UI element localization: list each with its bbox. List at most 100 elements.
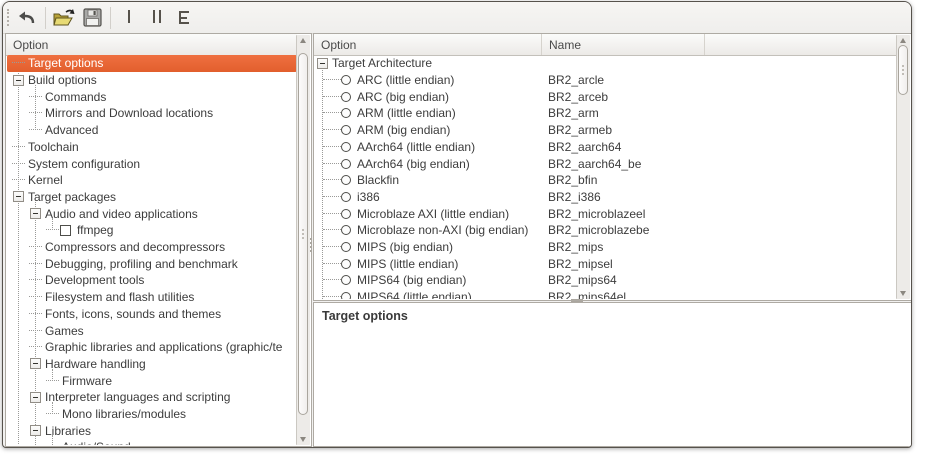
split-view-icon [153, 10, 161, 26]
option-label: Toolchain [28, 140, 79, 154]
save-icon [83, 8, 102, 27]
tree-row[interactable]: Graphic libraries and applications (grap… [7, 339, 297, 356]
left-tree-rows: Target options Build optionsCommandsMirro… [7, 55, 297, 445]
tree-row[interactable]: Target options [7, 55, 297, 72]
radio-icon[interactable] [341, 125, 351, 135]
tree-row[interactable]: Libraries [7, 422, 297, 439]
expander-minus-icon[interactable] [13, 75, 24, 86]
expander-minus-icon[interactable] [317, 58, 328, 69]
scroll-up-icon[interactable] [300, 38, 306, 43]
radio-icon[interactable] [341, 225, 351, 235]
symbol-name: BR2_mips64el [548, 289, 626, 299]
column-header-option[interactable]: Option [6, 34, 297, 55]
radio-icon[interactable] [341, 209, 351, 219]
right-scrollbar-thumb[interactable] [898, 45, 908, 95]
tree-row[interactable]: Filesystem and flash utilities [7, 289, 297, 306]
tree-connector [323, 146, 341, 148]
tree-row[interactable]: Firmware [7, 372, 297, 389]
tree-connector [29, 330, 42, 332]
column-header-extra[interactable] [705, 34, 897, 55]
option-label: Fonts, icons, sounds and themes [45, 307, 221, 321]
expander-minus-icon[interactable] [30, 358, 41, 369]
full-view-button[interactable] [172, 5, 198, 30]
tree-row[interactable]: Debugging, profiling and benchmark [7, 255, 297, 272]
tree-row[interactable]: ARM (little endian)BR2_arm [315, 105, 897, 122]
tree-row[interactable]: MIPS (little endian)BR2_mipsel [315, 255, 897, 272]
tree-row[interactable]: Compressors and decompressors [7, 239, 297, 256]
tree-row[interactable]: Kernel [7, 172, 297, 189]
tree-row[interactable]: Audio/Sound [7, 439, 297, 445]
radio-icon[interactable] [341, 292, 351, 299]
tree-row[interactable]: Build options [7, 72, 297, 89]
tree-row[interactable]: Target packages [7, 189, 297, 206]
right-vertical-scrollbar[interactable] [896, 35, 910, 299]
tree-row[interactable]: Interpreter languages and scripting [7, 389, 297, 406]
toolbar-grip[interactable] [7, 9, 13, 26]
option-label: Compressors and decompressors [45, 240, 225, 254]
scroll-down-icon[interactable] [300, 437, 306, 442]
tree-row[interactable]: ffmpeg [7, 222, 297, 239]
tree-row[interactable]: Target Architecture [315, 55, 897, 72]
tree-row[interactable]: Hardware handling [7, 356, 297, 373]
expander-minus-icon[interactable] [30, 208, 41, 219]
tree-row[interactable]: AArch64 (little endian)BR2_aarch64 [315, 139, 897, 156]
tree-row[interactable]: Fonts, icons, sounds and themes [7, 306, 297, 323]
left-scrollbar-thumb[interactable] [298, 53, 308, 415]
expander-minus-icon[interactable] [30, 392, 41, 403]
tree-row[interactable]: Commands [7, 88, 297, 105]
radio-icon[interactable] [341, 175, 351, 185]
expander-minus-icon[interactable] [30, 425, 41, 436]
scroll-down-icon[interactable] [900, 291, 906, 296]
tree-row[interactable]: Mirrors and Download locations [7, 105, 297, 122]
tree-row[interactable]: AArch64 (big endian)BR2_aarch64_be [315, 155, 897, 172]
symbol-name: BR2_arcle [548, 72, 604, 89]
tree-connector [29, 112, 42, 114]
radio-icon[interactable] [341, 142, 351, 152]
column-header-name[interactable]: Name [542, 34, 705, 55]
tree-row[interactable]: Microblaze AXI (little endian)BR2_microb… [315, 205, 897, 222]
radio-icon[interactable] [341, 242, 351, 252]
tree-connector [323, 163, 341, 165]
undo-button[interactable] [14, 5, 40, 30]
tree-row[interactable]: Toolchain [7, 139, 297, 156]
radio-icon[interactable] [341, 108, 351, 118]
tree-row[interactable]: ARM (big endian)BR2_armeb [315, 122, 897, 139]
split-view-button[interactable] [144, 5, 170, 30]
radio-icon[interactable] [341, 92, 351, 102]
tree-row[interactable]: MIPS (big endian)BR2_mips [315, 239, 897, 256]
tree-row[interactable]: i386BR2_i386 [315, 189, 897, 206]
tree-row[interactable]: ARC (little endian)BR2_arcle [315, 72, 897, 89]
tree-row[interactable]: BlackfinBR2_bfin [315, 172, 897, 189]
tree-row[interactable]: Games [7, 322, 297, 339]
left-vertical-scrollbar[interactable] [296, 35, 310, 445]
option-label: Target packages [28, 190, 116, 204]
tree-connector [46, 380, 59, 382]
radio-icon[interactable] [341, 75, 351, 85]
symbol-name: BR2_aarch64 [548, 139, 621, 156]
tree-row[interactable]: Development tools [7, 272, 297, 289]
expander-minus-icon[interactable] [13, 191, 24, 202]
tree-row[interactable]: Microblaze non-AXI (big endian)BR2_micro… [315, 222, 897, 239]
tree-row[interactable]: MIPS64 (big endian)BR2_mips64 [315, 272, 897, 289]
single-view-button[interactable] [116, 5, 142, 30]
tree-row[interactable]: ARC (big endian)BR2_arceb [315, 88, 897, 105]
option-label: Target options [28, 56, 103, 70]
open-file-icon [52, 8, 76, 28]
open-file-button[interactable] [51, 5, 77, 30]
radio-icon[interactable] [341, 259, 351, 269]
radio-icon[interactable] [341, 275, 351, 285]
toolbar-separator [45, 7, 46, 29]
tree-row[interactable]: System configuration [7, 155, 297, 172]
tree-row[interactable]: Advanced [7, 122, 297, 139]
scroll-up-icon[interactable] [900, 38, 906, 43]
radio-icon[interactable] [341, 192, 351, 202]
tree-row[interactable]: Audio and video applications [7, 205, 297, 222]
tree-row[interactable]: MIPS64 (little endian)BR2_mips64el [315, 289, 897, 299]
save-button[interactable] [79, 5, 105, 30]
tree-connector [29, 129, 42, 131]
radio-icon[interactable] [341, 159, 351, 169]
checkbox-icon[interactable] [60, 225, 71, 236]
tree-row[interactable]: Mono libraries/modules [7, 406, 297, 423]
left-panel-header: Option [6, 34, 297, 56]
column-header-option[interactable]: Option [314, 34, 542, 55]
